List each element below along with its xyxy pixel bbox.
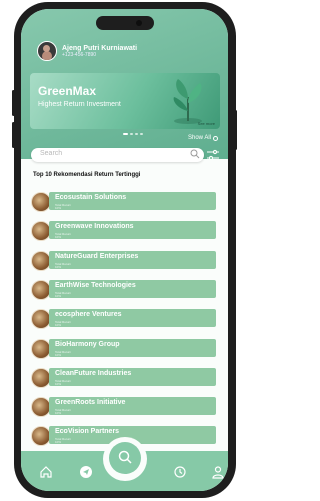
profile-name: Ajeng Putri Kurniawati — [62, 44, 138, 52]
list-item[interactable]: Ecosustain Solutions Total Return 10% — [21, 191, 228, 216]
power-button — [234, 110, 237, 150]
search-bar[interactable]: Search — [31, 148, 204, 162]
volume-down-button — [12, 122, 15, 148]
list-item[interactable]: ecosphere Ventures Total Return 10% — [21, 308, 228, 333]
company-name: EcoVision Partners — [55, 428, 120, 436]
company-name: NatureGuard Enterprises — [55, 252, 139, 260]
list-item[interactable]: NatureGuard Enterprises Total Return 10% — [21, 250, 228, 275]
company-return: 10% — [55, 264, 62, 269]
company-return: 10% — [55, 293, 62, 298]
send-icon[interactable] — [79, 465, 93, 479]
profile-phone: +123-456-7890 — [62, 51, 97, 58]
company-return: 10% — [55, 206, 62, 210]
company-logo-icon — [31, 338, 51, 359]
company-logo-icon — [31, 250, 51, 271]
list-item[interactable]: EarthWise Technologies Total Return 10% — [21, 279, 228, 304]
list-item[interactable]: BioHarmony Group Total Return 10% — [21, 338, 228, 363]
carousel-dot[interactable] — [130, 133, 133, 135]
profile-header[interactable]: Ajeng Putri Kurniawati +123-456-7890 — [37, 41, 137, 61]
company-logo-icon — [31, 397, 51, 418]
history-icon[interactable] — [173, 465, 187, 479]
company-name: ecosphere Ventures — [55, 311, 122, 319]
show-all-link[interactable]: Show All — [188, 135, 218, 141]
volume-up-button — [12, 90, 15, 116]
home-icon[interactable] — [39, 465, 53, 479]
show-all-label: Show All — [187, 135, 211, 141]
banner-subtitle: Highest Return Investment — [38, 101, 121, 108]
bottom-tab-bar — [21, 437, 228, 491]
list-title: Top 10 Rekomendasi Return Tertinggi — [33, 172, 141, 178]
company-card[interactable]: BioHarmony Group Total Return 10% — [49, 338, 216, 357]
company-name: Greenwave Innovations — [55, 223, 134, 231]
company-logo-icon — [31, 367, 51, 388]
company-logo-icon — [31, 426, 51, 447]
app-screen: Ajeng Putri Kurniawati +123-456-7890 Gre… — [21, 9, 228, 491]
company-logo-icon — [31, 309, 51, 330]
list-item[interactable]: GreenRoots Initiative Total Return 10% — [21, 396, 228, 421]
company-return: 10% — [55, 440, 62, 445]
company-name: EarthWise Technologies — [55, 281, 136, 289]
search-icon[interactable] — [190, 149, 200, 159]
carousel-dot[interactable] — [140, 133, 143, 135]
search-icon — [118, 450, 132, 464]
company-logo-icon — [31, 279, 51, 300]
info-icon — [213, 135, 218, 141]
notch — [95, 16, 154, 30]
banner-title: GreenMax — [38, 84, 97, 98]
company-card[interactable]: GreenRoots Initiative Total Return 10% — [49, 397, 216, 416]
company-card[interactable]: Ecosustain Solutions Total Return 10% — [49, 192, 216, 210]
company-logo-icon — [31, 221, 51, 242]
company-card[interactable]: ecosphere Ventures Total Return 10% — [49, 309, 216, 328]
company-logo-icon — [31, 192, 51, 212]
company-return: 10% — [55, 323, 62, 328]
list-item[interactable]: Greenwave Innovations Total Return 10% — [21, 220, 228, 245]
promo-banner[interactable]: GreenMax Highest Return Investment See m… — [30, 73, 220, 129]
plant-illustration-icon — [173, 79, 202, 124]
company-card[interactable]: Greenwave Innovations Total Return 10% — [49, 221, 216, 240]
company-card[interactable]: EarthWise Technologies Total Return 10% — [49, 279, 216, 298]
company-name: CleanFuture Industries — [55, 369, 132, 377]
search-tab-button[interactable] — [108, 442, 141, 474]
avatar[interactable] — [37, 41, 57, 61]
company-card[interactable]: NatureGuard Enterprises Total Return 10% — [49, 250, 216, 269]
user-icon[interactable] — [211, 465, 225, 479]
company-return: 10% — [55, 411, 62, 416]
company-card[interactable]: CleanFuture Industries Total Return 10% — [49, 367, 216, 386]
company-return: 10% — [55, 235, 62, 240]
banner-see-more-link[interactable]: See more — [198, 121, 215, 126]
company-name: Ecosustain Solutions — [55, 194, 127, 201]
company-return: 10% — [55, 381, 62, 386]
carousel-dot[interactable] — [135, 133, 138, 135]
search-input[interactable]: Search — [40, 150, 62, 157]
company-return: 10% — [55, 352, 62, 357]
carousel-dot[interactable] — [123, 133, 128, 135]
carousel-indicator[interactable] — [123, 133, 143, 135]
filter-icon[interactable] — [206, 149, 220, 161]
company-name: BioHarmony Group — [55, 340, 120, 348]
company-name: GreenRoots Initiative — [55, 399, 126, 407]
list-item[interactable]: CleanFuture Industries Total Return 10% — [21, 367, 228, 392]
